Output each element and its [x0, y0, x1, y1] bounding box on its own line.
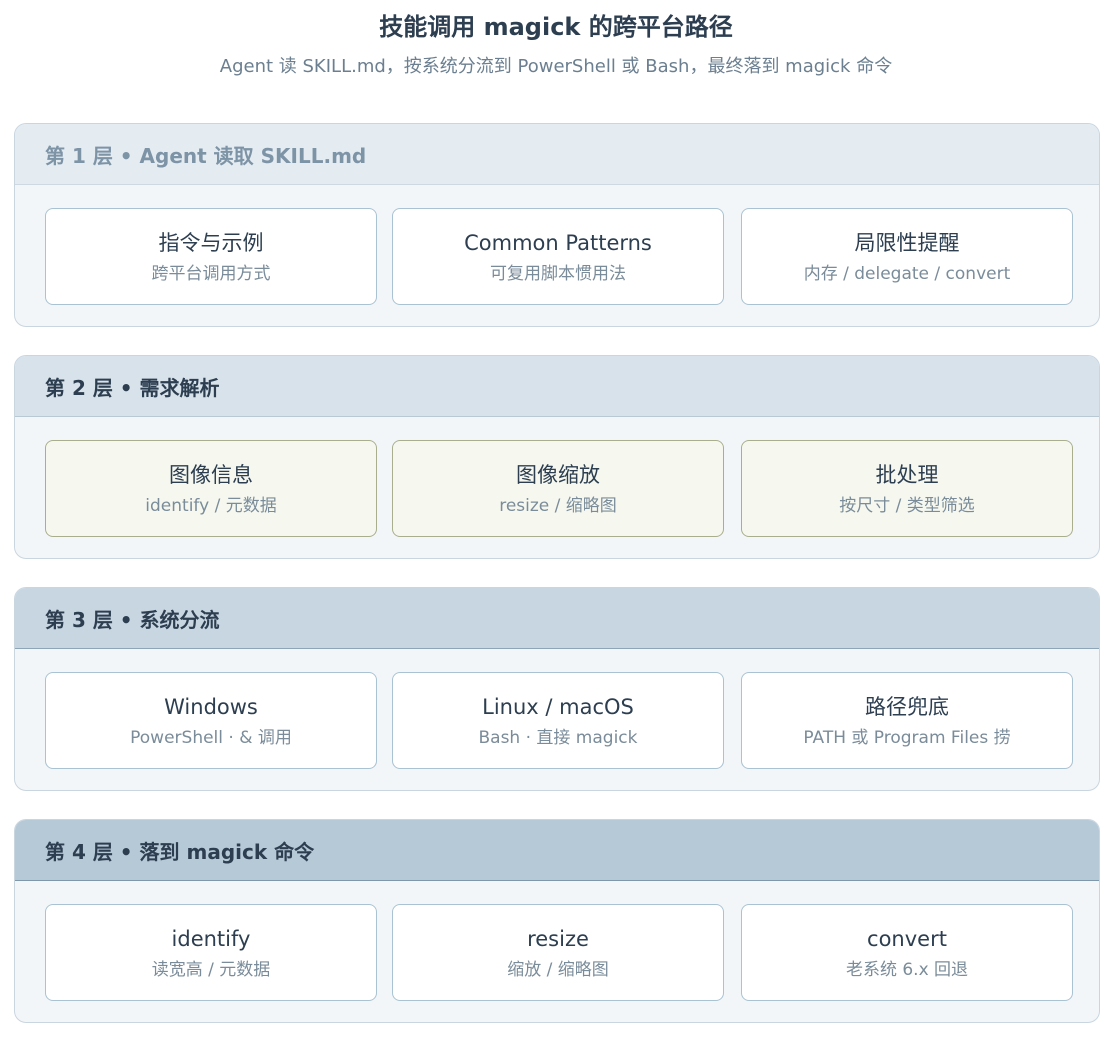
diagram-subtitle: Agent 读 SKILL.md，按系统分流到 PowerShell 或 Bas…	[219, 56, 893, 77]
layer-4-header: 第 4 层 • 落到 magick 命令	[15, 820, 1099, 881]
card-title: 局限性提醒	[854, 231, 960, 255]
card-linux-macos: Linux / macOS Bash · 直接 magick	[392, 672, 724, 769]
card-batch-processing: 批处理 按尺寸 / 类型筛选	[741, 440, 1073, 537]
card-title: Common Patterns	[464, 231, 652, 255]
card-image-info: 图像信息 identify / 元数据	[45, 440, 377, 537]
card-instructions-examples: 指令与示例 跨平台调用方式	[45, 208, 377, 305]
layer-1-cards: 指令与示例 跨平台调用方式 Common Patterns 可复用脚本惯用法 局…	[15, 185, 1099, 326]
layer-1-header: 第 1 层 • Agent 读取 SKILL.md	[15, 124, 1099, 185]
card-title: 图像缩放	[516, 463, 600, 487]
card-title: convert	[867, 927, 947, 951]
layer-4-panel: 第 4 层 • 落到 magick 命令 identify 读宽高 / 元数据 …	[14, 819, 1100, 1023]
card-title: resize	[527, 927, 589, 951]
layer-3-header: 第 3 层 • 系统分流	[15, 588, 1099, 649]
card-title: 批处理	[875, 463, 939, 487]
card-convert: convert 老系统 6.x 回退	[741, 904, 1073, 1001]
card-path-fallback: 路径兜底 PATH 或 Program Files 捞	[741, 672, 1073, 769]
card-title: identify	[171, 927, 251, 951]
card-subtitle: identify / 元数据	[145, 496, 277, 516]
diagram-title: 技能调用 magick 的跨平台路径	[379, 13, 733, 41]
card-image-resize: 图像缩放 resize / 缩略图	[392, 440, 724, 537]
card-subtitle: 跨平台调用方式	[151, 264, 271, 284]
card-subtitle: 可复用脚本惯用法	[490, 264, 626, 284]
card-subtitle: PATH 或 Program Files 捞	[803, 728, 1011, 748]
card-title: 指令与示例	[158, 231, 264, 255]
layer-3-cards: Windows PowerShell · & 调用 Linux / macOS …	[15, 649, 1099, 790]
card-windows: Windows PowerShell · & 调用	[45, 672, 377, 769]
card-limitations: 局限性提醒 内存 / delegate / convert	[741, 208, 1073, 305]
card-subtitle: resize / 缩略图	[499, 496, 617, 516]
card-title: 路径兜底	[865, 695, 949, 719]
card-subtitle: 读宽高 / 元数据	[151, 960, 271, 980]
card-subtitle: Bash · 直接 magick	[478, 728, 638, 748]
card-resize: resize 缩放 / 缩略图	[392, 904, 724, 1001]
card-common-patterns: Common Patterns 可复用脚本惯用法	[392, 208, 724, 305]
card-subtitle: 按尺寸 / 类型筛选	[839, 496, 975, 516]
layer-4-cards: identify 读宽高 / 元数据 resize 缩放 / 缩略图 conve…	[15, 881, 1099, 1022]
diagram-page: 技能调用 magick 的跨平台路径 Agent 读 SKILL.md，按系统分…	[0, 0, 1112, 1040]
card-subtitle: 老系统 6.x 回退	[845, 960, 969, 980]
card-title: Windows	[164, 695, 258, 719]
card-title: Linux / macOS	[482, 695, 634, 719]
card-subtitle: 缩放 / 缩略图	[507, 960, 609, 980]
card-subtitle: PowerShell · & 调用	[130, 728, 292, 748]
layer-2-panel: 第 2 层 • 需求解析 图像信息 identify / 元数据 图像缩放 re…	[14, 355, 1100, 559]
layer-1-panel: 第 1 层 • Agent 读取 SKILL.md 指令与示例 跨平台调用方式 …	[14, 123, 1100, 327]
card-subtitle: 内存 / delegate / convert	[803, 264, 1011, 284]
layer-2-header: 第 2 层 • 需求解析	[15, 356, 1099, 417]
layer-3-panel: 第 3 层 • 系统分流 Windows PowerShell · & 调用 L…	[14, 587, 1100, 791]
card-identify: identify 读宽高 / 元数据	[45, 904, 377, 1001]
layer-2-cards: 图像信息 identify / 元数据 图像缩放 resize / 缩略图 批处…	[15, 417, 1099, 558]
card-title: 图像信息	[169, 463, 253, 487]
